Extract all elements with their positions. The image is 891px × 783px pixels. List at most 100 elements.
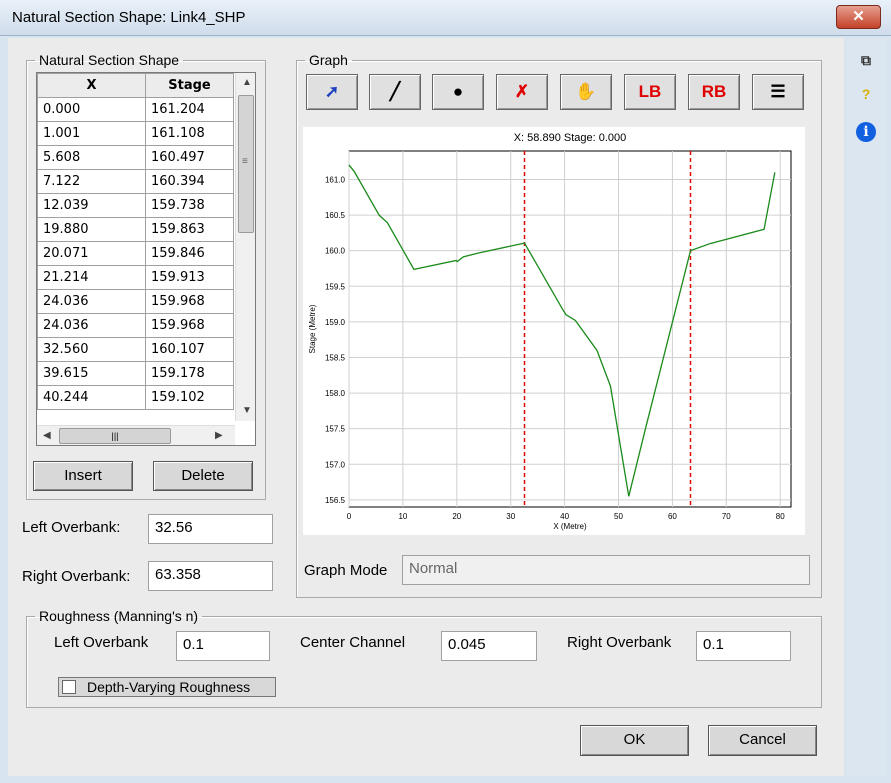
- x-tick-label: 40: [560, 512, 569, 521]
- cell-stage[interactable]: 160.394: [145, 169, 234, 194]
- draw-line-tool[interactable]: ╱: [369, 74, 421, 110]
- roughness-center-field[interactable]: 0.045: [441, 631, 537, 661]
- scroll-right-icon[interactable]: ▶: [215, 430, 223, 441]
- scroll-down-icon[interactable]: ▼: [242, 405, 252, 416]
- right-overbank-field[interactable]: 63.358: [148, 561, 273, 591]
- cell-stage[interactable]: 159.102: [145, 385, 234, 410]
- y-tick-label: 160.5: [325, 211, 346, 220]
- checkbox-box[interactable]: [62, 680, 76, 694]
- y-tick-label: 157.5: [325, 425, 346, 434]
- table-row[interactable]: 32.560 160.107: [37, 337, 234, 362]
- x-tick-label: 20: [452, 512, 461, 521]
- y-tick-label: 160.0: [325, 247, 346, 256]
- help-icon[interactable]: ?: [854, 86, 878, 110]
- cell-x[interactable]: 5.608: [37, 145, 146, 170]
- cell-stage[interactable]: 159.913: [145, 265, 234, 290]
- y-tick-label: 159.5: [325, 282, 346, 291]
- copy-icon[interactable]: ⧉: [854, 52, 878, 76]
- cell-stage[interactable]: 160.107: [145, 337, 234, 362]
- cell-stage[interactable]: 159.846: [145, 241, 234, 266]
- ok-button[interactable]: OK: [580, 725, 689, 756]
- cancel-button[interactable]: Cancel: [708, 725, 817, 756]
- graph-readout: X: 58.890 Stage: 0.000: [514, 132, 627, 144]
- table-row[interactable]: 0.000 161.204: [37, 97, 234, 122]
- cell-x[interactable]: 7.122: [37, 169, 146, 194]
- table-row[interactable]: 19.880 159.863: [37, 217, 234, 242]
- depth-varying-roughness-checkbox[interactable]: Depth-Varying Roughness: [58, 677, 276, 697]
- y-tick-label: 157.0: [325, 460, 346, 469]
- cell-stage[interactable]: 161.204: [145, 97, 234, 122]
- cell-x[interactable]: 21.214: [37, 265, 146, 290]
- table-row[interactable]: 39.615 159.178: [37, 361, 234, 386]
- x-tick-label: 0: [347, 512, 352, 521]
- table-row[interactable]: 1.001 161.108: [37, 121, 234, 146]
- delete-point-tool[interactable]: ✗: [496, 74, 548, 110]
- cell-stage[interactable]: 159.738: [145, 193, 234, 218]
- section-table[interactable]: X Stage 0.000 161.204 1.001 161.108 5.608 160…: [36, 72, 256, 446]
- table-row[interactable]: 24.036 159.968: [37, 289, 234, 314]
- table-row[interactable]: 7.122 160.394: [37, 169, 234, 194]
- cell-x[interactable]: 24.036: [37, 289, 146, 314]
- cell-x[interactable]: 20.071: [37, 241, 146, 266]
- cell-x[interactable]: 32.560: [37, 337, 146, 362]
- cell-x[interactable]: 19.880: [37, 217, 146, 242]
- pan-tool[interactable]: ✋: [560, 74, 612, 110]
- roughness-right-label: Right Overbank: [567, 634, 672, 651]
- table-row[interactable]: 20.071 159.846: [37, 241, 234, 266]
- roughness-left-label: Left Overbank: [54, 634, 149, 651]
- x-tick-label: 60: [668, 512, 677, 521]
- x-tick-label: 10: [398, 512, 407, 521]
- table-row[interactable]: 12.039 159.738: [37, 193, 234, 218]
- cell-x[interactable]: 39.615: [37, 361, 146, 386]
- left-overbank-label: Left Overbank:: [22, 519, 121, 536]
- column-header-stage[interactable]: Stage: [145, 73, 234, 98]
- cell-x[interactable]: 1.001: [37, 121, 146, 146]
- add-point-tool[interactable]: ●: [432, 74, 484, 110]
- graph-canvas[interactable]: X: 58.890 Stage: 0.000 0 10 20 30 40 50 60 70 80 1…: [303, 127, 805, 535]
- horizontal-scroll-thumb[interactable]: |||: [59, 428, 171, 444]
- table-row[interactable]: 5.608 160.497: [37, 145, 234, 170]
- table-row[interactable]: 40.244 159.102: [37, 385, 234, 410]
- window-title: Natural Section Shape: Link4_SHP: [12, 9, 246, 26]
- left-overbank-field[interactable]: 32.56: [148, 514, 273, 544]
- cell-stage[interactable]: 159.968: [145, 289, 234, 314]
- delete-button[interactable]: Delete: [153, 461, 253, 491]
- cell-stage[interactable]: 160.497: [145, 145, 234, 170]
- cell-x[interactable]: 0.000: [37, 97, 146, 122]
- cell-x[interactable]: 12.039: [37, 193, 146, 218]
- column-header-x[interactable]: X: [37, 73, 146, 98]
- scroll-up-icon[interactable]: ▲: [242, 77, 252, 88]
- graph-legend: Graph: [309, 52, 348, 68]
- vertical-scroll-thumb[interactable]: ≡: [238, 95, 254, 233]
- roughness-right-field[interactable]: 0.1: [696, 631, 791, 661]
- cell-stage[interactable]: 159.863: [145, 217, 234, 242]
- plot-frame: [348, 150, 792, 508]
- info-icon[interactable]: i: [854, 122, 878, 146]
- right-bank-tool[interactable]: RB: [688, 74, 740, 110]
- cell-x[interactable]: 40.244: [37, 385, 146, 410]
- natural-section-shape-legend: Natural Section Shape: [39, 52, 180, 68]
- y-tick-label: 161.0: [325, 175, 346, 184]
- vertical-scrollbar[interactable]: ▲ ≡ ▼: [235, 73, 255, 421]
- close-button[interactable]: ✕: [836, 5, 881, 29]
- insert-button[interactable]: Insert: [33, 461, 133, 491]
- roughness-left-field[interactable]: 0.1: [176, 631, 270, 661]
- horizontal-scrollbar[interactable]: ◀ ||| ▶: [37, 425, 235, 445]
- cell-stage[interactable]: 161.108: [145, 121, 234, 146]
- roughness-legend: Roughness (Manning's n): [39, 608, 199, 624]
- y-tick-label: 159.0: [325, 318, 346, 327]
- cell-stage[interactable]: 159.968: [145, 313, 234, 338]
- select-tool[interactable]: ➚: [306, 74, 358, 110]
- table-header-row: X Stage: [37, 73, 234, 98]
- x-tick-label: 50: [614, 512, 623, 521]
- y-axis-label: Stage (Metre): [308, 304, 317, 353]
- x-tick-label: 70: [722, 512, 731, 521]
- table-row[interactable]: 21.214 159.913: [37, 265, 234, 290]
- table-row[interactable]: 24.036 159.968: [37, 313, 234, 338]
- grip-icon: ≡: [242, 156, 248, 167]
- scroll-left-icon[interactable]: ◀: [43, 430, 51, 441]
- cell-x[interactable]: 24.036: [37, 313, 146, 338]
- left-bank-tool[interactable]: LB: [624, 74, 676, 110]
- cell-stage[interactable]: 159.178: [145, 361, 234, 386]
- list-tool[interactable]: ☰: [752, 74, 804, 110]
